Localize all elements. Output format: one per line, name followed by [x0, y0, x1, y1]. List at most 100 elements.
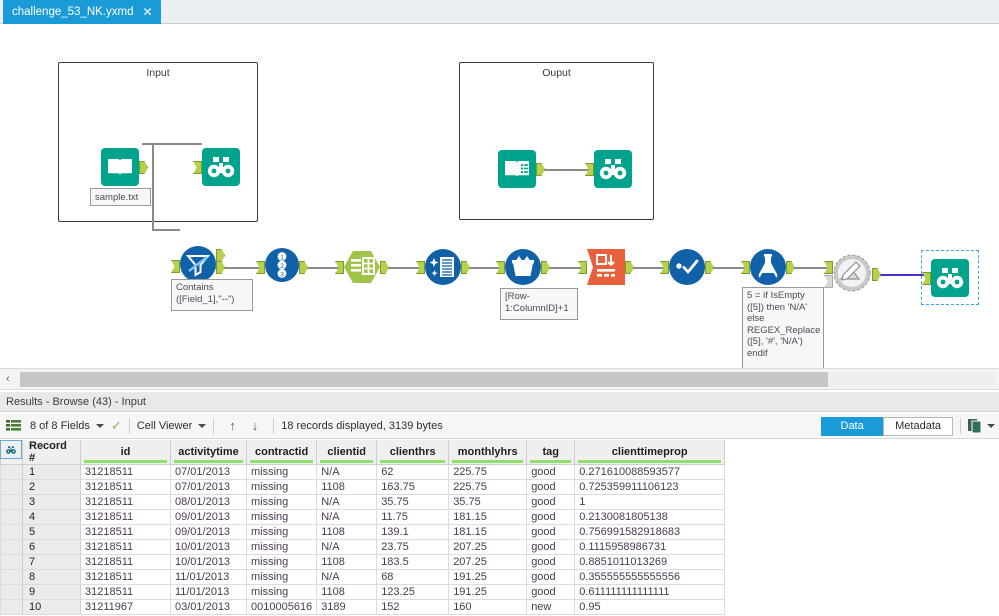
results-data-grid[interactable]: Record # id activitytime contractid clie…: [0, 440, 999, 616]
tool-container-output[interactable]: Ouput: [459, 62, 654, 220]
table-cell[interactable]: 163.75: [376, 479, 450, 495]
table-cell[interactable]: missing: [245, 494, 318, 510]
field-list-icon[interactable]: [0, 413, 21, 439]
output-data-tool[interactable]: [498, 150, 545, 193]
table-cell[interactable]: 181.15: [448, 524, 528, 540]
workflow-tab[interactable]: challenge_53_NK.yxmd ✕: [3, 0, 161, 24]
row-number-cell[interactable]: 1: [22, 464, 81, 480]
table-cell[interactable]: 0.756991582918683: [574, 524, 726, 540]
table-cell[interactable]: 0.8851011013269: [574, 554, 726, 570]
row-number-cell[interactable]: 2: [22, 479, 81, 495]
column-header-monthlyhrs[interactable]: monthlyhrs: [448, 440, 528, 465]
tab-data[interactable]: Data: [821, 416, 884, 436]
table-cell[interactable]: missing: [245, 569, 318, 585]
table-cell[interactable]: 0.355555555555556: [574, 569, 726, 585]
table-cell[interactable]: 62: [376, 464, 450, 480]
workflow-canvas[interactable]: Input Ouput sample.txt Contains ([Field_…: [0, 24, 999, 368]
table-row[interactable]: 7 31218511 10/01/2013 missing 1108 183.5 207.2…: [0, 554, 726, 570]
row-number-cell[interactable]: 7: [22, 554, 81, 570]
table-cell[interactable]: 31218511: [80, 464, 171, 480]
table-cell[interactable]: good: [526, 464, 576, 480]
filter-false-anchor[interactable]: [216, 261, 225, 274]
scrollbar-thumb[interactable]: [20, 372, 828, 387]
table-cell[interactable]: missing: [245, 509, 318, 525]
table-row[interactable]: 5 31218511 09/01/2013 missing 1108 139.1 181.1…: [0, 524, 726, 540]
table-cell[interactable]: new: [526, 599, 576, 615]
table-cell[interactable]: 08/01/2013: [170, 494, 247, 510]
table-cell[interactable]: 31218511: [80, 509, 171, 525]
table-cell[interactable]: 3189: [316, 599, 378, 615]
table-row[interactable]: 6 31218511 10/01/2013 missing N/A 23.75 207.25…: [0, 539, 726, 555]
formula-output-anchor[interactable]: [786, 261, 795, 274]
table-row[interactable]: 1 31218511 07/01/2013 missing N/A 62 225.75 goo…: [0, 464, 726, 480]
table-cell[interactable]: N/A: [316, 494, 378, 510]
table-cell[interactable]: good: [526, 569, 576, 585]
table-cell[interactable]: 11.75: [376, 509, 450, 525]
table-cell[interactable]: missing: [245, 584, 318, 600]
table-cell[interactable]: good: [526, 554, 576, 570]
table-row[interactable]: 3 31218511 08/01/2013 missing N/A 35.75 35.75 g…: [0, 494, 726, 510]
table-cell[interactable]: 07/01/2013: [170, 479, 247, 495]
table-cell[interactable]: 1108: [316, 479, 378, 495]
table-cell[interactable]: good: [526, 509, 576, 525]
column-header-clienthrs[interactable]: clienthrs: [376, 440, 450, 465]
table-cell[interactable]: 09/01/2013: [170, 524, 247, 540]
column-header-record[interactable]: Record #: [22, 440, 81, 465]
row-number-cell[interactable]: 5: [22, 524, 81, 540]
close-icon[interactable]: ✕: [142, 0, 152, 24]
text-to-columns-tool[interactable]: [335, 250, 389, 289]
table-cell[interactable]: 35.75: [376, 494, 450, 510]
table-cell[interactable]: 68: [376, 569, 450, 585]
data-cleansing-tool[interactable]: [416, 249, 470, 290]
chevron-down-icon[interactable]: [198, 423, 207, 428]
fields-selector[interactable]: 8 of 8 Fields ✓: [30, 413, 122, 439]
table-cell[interactable]: 1108: [316, 584, 378, 600]
table-cell[interactable]: missing: [245, 464, 318, 480]
input-data-tool[interactable]: [101, 148, 148, 191]
table-cell[interactable]: 0.1115958986731: [574, 539, 726, 555]
table-cell[interactable]: 0.2130081805138: [574, 509, 726, 525]
tool-container-input[interactable]: Input: [58, 62, 258, 222]
table-cell[interactable]: N/A: [316, 569, 378, 585]
browse-tool-input[interactable]: [193, 148, 240, 191]
filter-input-anchor[interactable]: [171, 260, 180, 273]
grid-corner-browse-button[interactable]: [0, 440, 22, 459]
disabled-input-anchor-bottom[interactable]: [824, 275, 833, 288]
row-number-cell[interactable]: 6: [22, 539, 81, 555]
table-cell[interactable]: 31218511: [80, 494, 171, 510]
rename-output-anchor[interactable]: [705, 261, 714, 274]
table-cell[interactable]: 09/01/2013: [170, 509, 247, 525]
formula-tool[interactable]: [741, 249, 795, 290]
table-cell[interactable]: 183.5: [376, 554, 450, 570]
table-cell[interactable]: 0.611111111111111: [574, 584, 726, 600]
table-cell[interactable]: 225.75: [448, 479, 528, 495]
row-number-cell[interactable]: 10: [22, 599, 81, 615]
table-cell[interactable]: N/A: [316, 509, 378, 525]
table-cell[interactable]: 0.725359911106123: [574, 479, 726, 495]
table-cell[interactable]: 1108: [316, 554, 378, 570]
table-cell[interactable]: 207.25: [448, 539, 528, 555]
column-header-activitytime[interactable]: activitytime: [170, 440, 247, 465]
row-number-cell[interactable]: 9: [22, 584, 81, 600]
check-icon[interactable]: ✓: [111, 418, 122, 434]
table-cell[interactable]: 0010005616: [245, 599, 318, 615]
row-number-cell[interactable]: 3: [22, 494, 81, 510]
table-cell[interactable]: 1: [574, 494, 726, 510]
texttocolumns-output-anchor[interactable]: [380, 261, 389, 274]
sort-descending-button[interactable]: ↓: [244, 413, 267, 439]
table-cell[interactable]: 31218511: [80, 554, 171, 570]
table-cell[interactable]: N/A: [316, 464, 378, 480]
table-cell[interactable]: 10/01/2013: [170, 539, 247, 555]
table-cell[interactable]: N/A: [316, 539, 378, 555]
table-cell[interactable]: 181.15: [448, 509, 528, 525]
table-cell[interactable]: 31218511: [80, 584, 171, 600]
table-cell[interactable]: 31218511: [80, 524, 171, 540]
scroll-left-icon[interactable]: ‹: [6, 373, 10, 385]
table-cell[interactable]: 31218511: [80, 569, 171, 585]
sort-ascending-button[interactable]: ↑: [221, 413, 244, 439]
filter-true-anchor[interactable]: [216, 249, 225, 262]
disabled-tool[interactable]: [824, 253, 881, 298]
select-output-anchor[interactable]: [299, 261, 308, 274]
table-cell[interactable]: 31218511: [80, 539, 171, 555]
table-cell[interactable]: good: [526, 524, 576, 540]
